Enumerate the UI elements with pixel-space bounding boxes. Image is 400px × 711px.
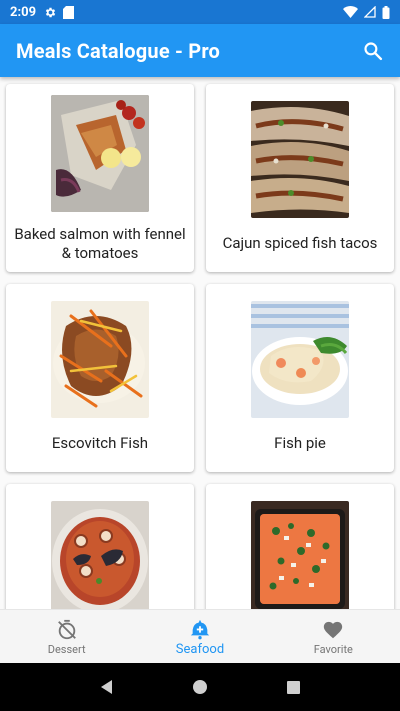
battery-icon [382,5,390,19]
meal-card[interactable]: Escovitch Fish [6,284,194,472]
sd-card-icon [63,5,75,19]
meal-name: Cajun spiced fish tacos [222,234,378,252]
meal-card[interactable]: Fish pie [206,284,394,472]
nav-item-favorite[interactable]: Favorite [267,610,400,664]
nav-item-label: Dessert [47,642,86,656]
recents-icon[interactable] [286,680,301,695]
meal-thumbnail [251,101,349,218]
signal-icon [364,6,376,18]
meal-thumbnail [251,301,349,418]
nav-item-label: Favorite [313,642,353,656]
system-navigation-bar [0,663,400,711]
status-time: 2:09 [10,4,37,20]
meal-thumbnail [251,501,349,609]
search-button[interactable] [358,36,388,66]
meal-thumbnail [51,301,149,418]
meal-card[interactable] [6,484,194,609]
nav-item-dessert[interactable]: Dessert [0,610,133,664]
home-icon[interactable] [192,679,208,695]
nav-item-label: Seafood [175,641,225,657]
settings-gear-icon [45,7,56,17]
meal-name: Escovitch Fish [51,434,149,452]
meal-name: Baked salmon with fennel & tomatoes [14,225,186,262]
app-bar: Meals Catalogue - Pro [0,24,400,77]
meal-thumbnail [51,95,149,212]
app-title: Meals Catalogue - Pro [16,38,221,63]
bottom-navigation: Dessert Seafood Favorite [0,609,400,664]
meal-card[interactable] [206,484,394,609]
wifi-icon [343,6,358,18]
status-bar: 2:09 [0,0,400,24]
heart-icon [324,621,343,638]
nav-item-seafood[interactable]: Seafood [133,610,266,664]
back-icon[interactable] [99,679,115,695]
timer-off-icon [57,619,76,639]
meal-card[interactable]: Cajun spiced fish tacos [206,84,394,272]
meal-name: Fish pie [274,434,326,452]
seafood-icon [190,619,210,639]
search-icon [364,41,383,60]
meal-card[interactable]: Baked salmon with fennel & tomatoes [6,84,194,272]
meal-grid[interactable]: Baked salmon with fennel & tomatoes Caju… [0,77,400,609]
meal-thumbnail [51,501,149,609]
